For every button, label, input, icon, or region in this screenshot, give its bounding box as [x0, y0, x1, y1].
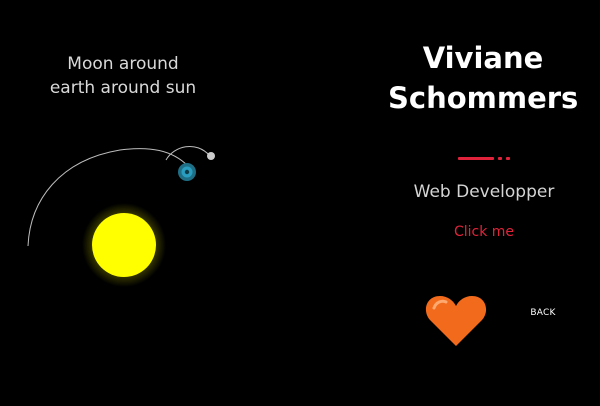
caption-line-2: earth around sun — [49, 78, 197, 98]
sun-icon — [82, 203, 166, 287]
first-name: Viviane — [422, 41, 544, 75]
orbit-caption: Moon around earth around sun — [38, 52, 208, 100]
divider-dot-segment — [498, 157, 502, 160]
accent-divider — [458, 157, 512, 160]
click-me-link[interactable]: Click me — [434, 222, 534, 242]
divider-long-segment — [458, 157, 494, 160]
earth-icon — [178, 163, 196, 181]
moon-icon — [207, 152, 215, 160]
last-name: Schommers — [388, 81, 579, 115]
profile-name: Viviane Schommers — [388, 38, 578, 118]
page: Moon around earth around sun Viviane Sch… — [0, 0, 600, 406]
divider-dot-segment — [506, 157, 510, 160]
profile-role: Web Developper — [413, 182, 555, 202]
moon-orbit-path — [165, 146, 211, 161]
heart-icon[interactable] — [424, 292, 488, 348]
back-link[interactable]: BACK — [518, 306, 568, 320]
earth-orbit-path — [27, 148, 189, 247]
caption-line-1: Moon around — [67, 54, 179, 74]
